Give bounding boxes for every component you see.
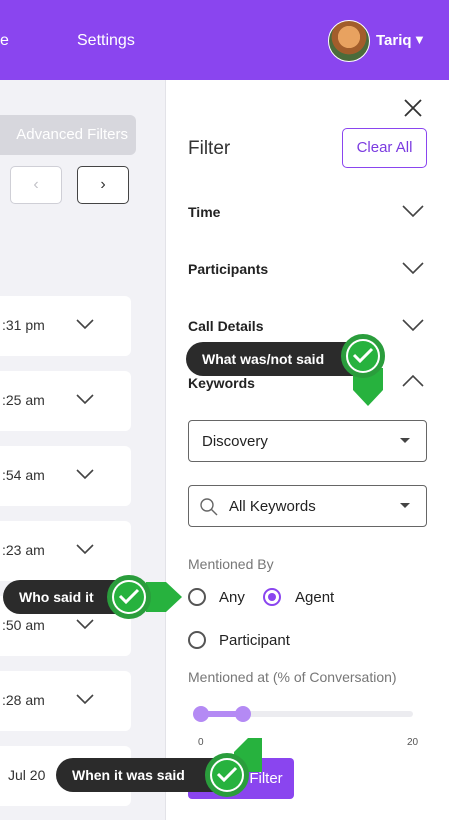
keyword-select[interactable]: All Keywords xyxy=(188,485,427,527)
clear-all-button[interactable]: Clear All xyxy=(342,128,427,168)
section-keywords[interactable]: Keywords xyxy=(188,375,255,391)
next-page-button[interactable]: › xyxy=(77,166,129,204)
range-min-label: 0 xyxy=(198,737,204,748)
check-icon xyxy=(107,575,151,619)
keyword-select-value: All Keywords xyxy=(229,498,316,515)
list-item-time: :54 am xyxy=(2,467,45,483)
chevron-down-icon[interactable] xyxy=(402,204,424,218)
user-menu-name[interactable]: Tariq xyxy=(376,32,412,49)
list-item[interactable]: :31 pm xyxy=(0,296,131,356)
list-item-time: Jul 20 xyxy=(8,767,46,783)
radio-any-label[interactable]: Any xyxy=(219,589,245,606)
avatar[interactable] xyxy=(328,20,370,62)
chevron-down-icon[interactable] xyxy=(76,393,94,405)
previous-page-button[interactable]: ‹ xyxy=(10,166,62,204)
filter-title: Filter xyxy=(188,138,231,159)
keyword-category-select[interactable]: Discovery xyxy=(188,420,427,462)
callout-pointer xyxy=(146,582,182,612)
caret-down-icon[interactable]: ▼ xyxy=(413,32,426,47)
list-item-time: :31 pm xyxy=(2,317,45,333)
chevron-down-icon[interactable] xyxy=(76,618,94,630)
chevron-down-icon[interactable] xyxy=(76,693,94,705)
radio-agent[interactable] xyxy=(263,588,281,606)
chevron-left-icon: ‹ xyxy=(33,176,39,193)
range-max-label: 20 xyxy=(407,737,419,748)
section-call-details[interactable]: Call Details xyxy=(188,318,263,334)
section-participants[interactable]: Participants xyxy=(188,261,268,277)
keyword-category-value: Discovery xyxy=(202,433,268,450)
list-item[interactable]: :28 am xyxy=(0,671,131,731)
chevron-down-icon[interactable] xyxy=(402,318,424,332)
chevron-right-icon: › xyxy=(100,176,106,193)
list-item[interactable]: :25 am xyxy=(0,371,131,431)
chevron-down-icon[interactable] xyxy=(402,261,424,275)
close-icon[interactable] xyxy=(401,96,425,120)
caret-down-icon xyxy=(400,503,410,508)
nav-item-partial[interactable]: e xyxy=(0,32,9,50)
list-item[interactable]: :54 am xyxy=(0,446,131,506)
nav-item-settings[interactable]: Settings xyxy=(77,32,135,50)
list-item-time: :50 am xyxy=(2,617,45,633)
section-time[interactable]: Time xyxy=(188,204,220,220)
caret-down-icon xyxy=(400,438,410,443)
list-item-time: :23 am xyxy=(2,542,45,558)
chevron-up-icon[interactable] xyxy=(402,374,424,388)
range-slider-min-handle[interactable] xyxy=(193,706,209,722)
chevron-down-icon[interactable] xyxy=(76,468,94,480)
list-item-time: :25 am xyxy=(2,392,45,408)
chevron-down-icon[interactable] xyxy=(76,318,94,330)
list-item-time: :28 am xyxy=(2,692,45,708)
radio-participant-label[interactable]: Participant xyxy=(219,632,290,649)
advanced-filters-button[interactable]: Advanced Filters xyxy=(0,115,136,155)
radio-participant[interactable] xyxy=(188,631,206,649)
radio-any[interactable] xyxy=(188,588,206,606)
radio-agent-label[interactable]: Agent xyxy=(295,589,334,606)
check-icon xyxy=(341,334,385,378)
list-item[interactable]: :23 am xyxy=(0,521,131,581)
mentioned-at-label: Mentioned at (% of Conversation) xyxy=(188,669,397,685)
chevron-down-icon[interactable] xyxy=(76,543,94,555)
mentioned-by-label: Mentioned By xyxy=(188,556,274,572)
search-icon xyxy=(200,498,218,516)
check-icon xyxy=(205,753,249,797)
